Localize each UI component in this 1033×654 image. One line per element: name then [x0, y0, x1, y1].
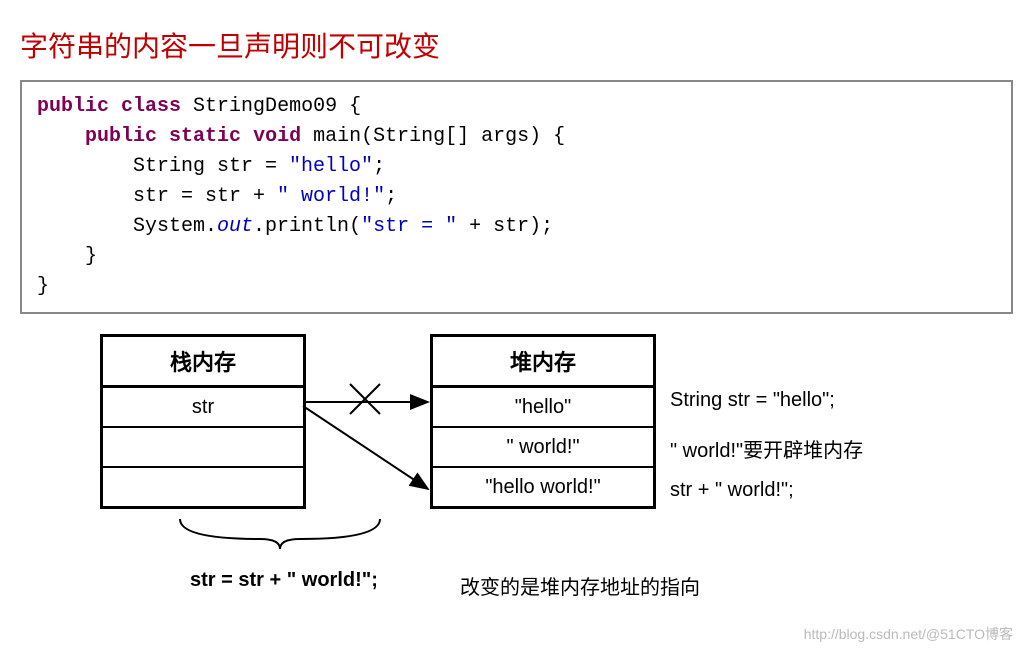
code-kw: public [85, 125, 157, 148]
heap-memory-box: 堆内存 "hello" " world!" "hello world!" [430, 334, 656, 509]
heap-row: "hello" [433, 388, 653, 428]
code-block: public class StringDemo09 { public stati… [20, 80, 1013, 314]
watermark: http://blog.csdn.net/@51CTO博客 [804, 624, 1013, 644]
code-kw: static [169, 125, 241, 148]
page-title: 字符串的内容一旦声明则不可改变 [20, 25, 1013, 65]
arrow-str-to-helloworld [303, 406, 428, 489]
code-text: System. [37, 215, 217, 238]
bottom-expr: str = str + " world!"; [190, 569, 378, 592]
code-text: ; [385, 185, 397, 208]
stack-memory-box: 栈内存 str [100, 334, 306, 509]
code-kw: void [253, 125, 301, 148]
code-text: } [37, 245, 97, 268]
code-text: str = str + [37, 185, 277, 208]
curly-brace-icon [180, 519, 380, 549]
code-text: ; [373, 155, 385, 178]
code-str: " world!" [277, 185, 385, 208]
code-out: out [217, 215, 253, 238]
code-text: String str = [37, 155, 289, 178]
code-text: .println( [253, 215, 361, 238]
code-kw: class [121, 95, 181, 118]
side-label: str + " world!"; [670, 479, 794, 502]
stack-row: str [103, 388, 303, 428]
code-str: "str = " [361, 215, 457, 238]
code-text: } [37, 275, 49, 298]
cross-icon [350, 384, 380, 414]
code-str: "hello" [289, 155, 373, 178]
heap-row: "hello world!" [433, 468, 653, 506]
stack-header: 栈内存 [103, 337, 303, 388]
side-label: " world!"要开辟堆内存 [670, 434, 863, 463]
stack-row [103, 428, 303, 468]
code-text: + str); [457, 215, 553, 238]
cross-icon [350, 384, 380, 414]
code-text: main(String[] args) { [301, 125, 565, 148]
code-kw: public [37, 95, 109, 118]
heap-row: " world!" [433, 428, 653, 468]
code-text: StringDemo09 { [181, 95, 361, 118]
side-label: String str = "hello"; [670, 389, 835, 412]
memory-diagram: 栈内存 str 堆内存 "hello" " world!" "hello wor… [80, 334, 1013, 634]
bottom-note: 改变的是堆内存地址的指向 [460, 571, 700, 600]
heap-header: 堆内存 [433, 337, 653, 388]
stack-row [103, 468, 303, 506]
